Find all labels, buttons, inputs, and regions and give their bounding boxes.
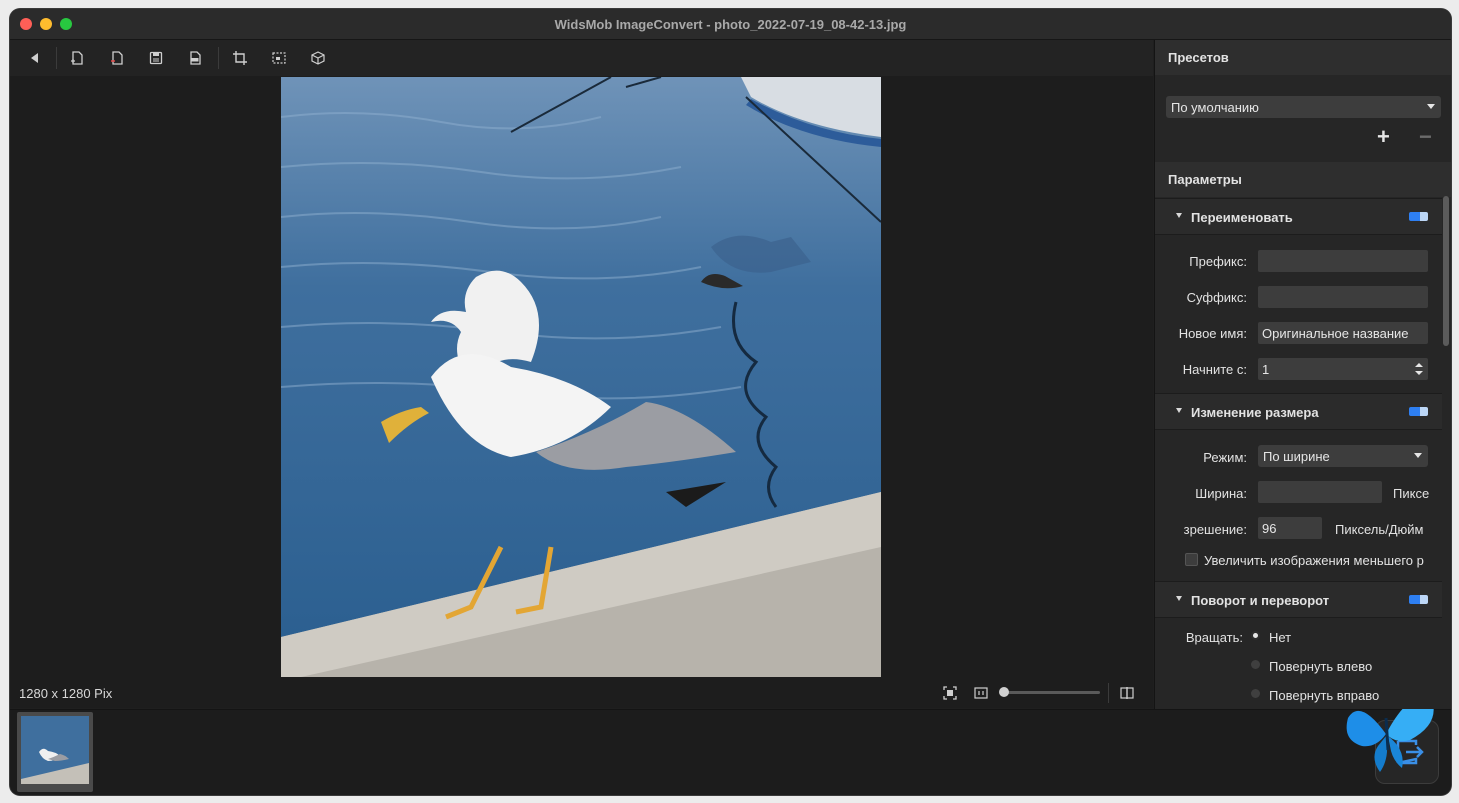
back-icon[interactable] xyxy=(26,49,44,67)
resolution-input[interactable]: 96 xyxy=(1258,517,1322,539)
rotate-toggle[interactable] xyxy=(1409,595,1428,604)
resize-group-title: Изменение размера xyxy=(1191,405,1319,420)
image-viewer: 1280 x 1280 Pix xyxy=(10,76,1153,708)
rename-group-title: Переименовать xyxy=(1191,210,1293,225)
fit-screen-icon[interactable] xyxy=(942,685,958,701)
resize-mode-label: Режим: xyxy=(1203,450,1247,465)
start-number-label: Начните с: xyxy=(1182,362,1247,377)
toolbar xyxy=(10,40,1153,76)
chevron-down-icon xyxy=(1427,104,1435,109)
thumbnail-item[interactable] xyxy=(17,712,93,792)
resize-mode-select[interactable]: По ширине xyxy=(1258,445,1428,467)
disclosure-triangle-icon xyxy=(1176,408,1182,413)
new-name-input[interactable]: Оригинальное название xyxy=(1258,322,1428,344)
save-icon[interactable] xyxy=(147,49,165,67)
rotate-group-title: Поворот и переворот xyxy=(1191,593,1330,608)
viewer-divider xyxy=(1108,683,1109,703)
disclosure-triangle-icon xyxy=(1176,596,1182,601)
compare-view-icon[interactable] xyxy=(1119,685,1135,701)
width-unit-label: Пиксе xyxy=(1393,486,1430,501)
add-file-icon[interactable] xyxy=(68,49,86,67)
resize-mode-value: По ширине xyxy=(1263,449,1330,464)
resolution-unit-label: Пиксель/Дюйм xyxy=(1335,522,1424,537)
watermark-icon[interactable] xyxy=(270,49,288,67)
presets-title: Пресетов xyxy=(1168,50,1229,65)
resize-toggle[interactable] xyxy=(1409,407,1428,416)
app-window: WidsMob ImageConvert - photo_2022-07-19_… xyxy=(10,9,1451,795)
rotate-right-label: Повернуть вправо xyxy=(1269,688,1380,703)
actual-size-icon[interactable] xyxy=(973,685,989,701)
crop-icon[interactable] xyxy=(231,49,249,67)
preset-select-value: По умолчанию xyxy=(1171,100,1259,115)
rotate-none-radio[interactable] xyxy=(1251,631,1260,640)
rotate-none-label: Нет xyxy=(1269,630,1292,645)
rename-group-header[interactable]: Переименовать xyxy=(1155,198,1442,235)
width-label: Ширина: xyxy=(1195,486,1247,501)
resolution-label: зрешение: xyxy=(1183,522,1247,537)
remove-file-icon[interactable] xyxy=(108,49,126,67)
start-number-stepper[interactable]: 1 xyxy=(1258,358,1428,380)
width-input[interactable] xyxy=(1258,481,1382,503)
disclosure-triangle-icon xyxy=(1176,213,1182,218)
rotate-group-header[interactable]: Поворот и переворот xyxy=(1155,581,1442,618)
enlarge-smaller-label: Увеличить изображения меньшего р xyxy=(1204,553,1424,568)
rotate-left-radio[interactable] xyxy=(1251,660,1260,669)
presets-header: Пресетов xyxy=(1155,40,1451,75)
zoom-slider-knob[interactable] xyxy=(999,687,1009,697)
rotate-left-label: Повернуть влево xyxy=(1269,659,1373,674)
rotate-right-radio[interactable] xyxy=(1251,689,1260,698)
prefix-label: Префикс: xyxy=(1189,254,1247,269)
filmstrip xyxy=(10,697,1451,795)
start-number-value: 1 xyxy=(1262,362,1270,377)
settings-sidebar: Пресетов По умолчанию + − Параметры Пере… xyxy=(1154,40,1451,709)
zoom-slider-track[interactable] xyxy=(1002,691,1100,694)
resolution-value: 96 xyxy=(1262,521,1277,536)
prefix-input[interactable] xyxy=(1258,250,1428,272)
add-preset-button[interactable]: + xyxy=(1377,126,1390,148)
remove-preset-button[interactable]: − xyxy=(1419,126,1432,148)
preset-select[interactable]: По умолчанию xyxy=(1166,96,1441,118)
title-bar: WidsMob ImageConvert - photo_2022-07-19_… xyxy=(10,9,1451,40)
rotate-label: Вращать: xyxy=(1185,630,1243,645)
toolbar-divider xyxy=(56,47,57,69)
pdf-icon[interactable] xyxy=(186,49,204,67)
rename-toggle[interactable] xyxy=(1409,212,1428,221)
suffix-input[interactable] xyxy=(1258,286,1428,308)
new-name-label: Новое имя: xyxy=(1178,326,1247,341)
suffix-label: Суффикс: xyxy=(1186,290,1247,305)
parameters-scrollbar[interactable] xyxy=(1443,196,1449,346)
3d-box-icon[interactable] xyxy=(309,49,327,67)
toolbar-divider xyxy=(218,47,219,69)
thumbnail-image xyxy=(21,716,89,784)
parameters-title: Параметры xyxy=(1168,172,1242,187)
enlarge-smaller-checkbox[interactable] xyxy=(1185,553,1198,566)
resize-group-header[interactable]: Изменение размера xyxy=(1155,393,1442,430)
new-name-value: Оригинальное название xyxy=(1262,326,1409,341)
preview-image xyxy=(281,77,881,677)
stepper-arrows-icon[interactable] xyxy=(1415,362,1423,376)
image-size-label: 1280 x 1280 Pix xyxy=(19,686,113,701)
chevron-down-icon xyxy=(1414,453,1422,458)
window-title: WidsMob ImageConvert - photo_2022-07-19_… xyxy=(554,17,907,32)
parameters-header: Параметры xyxy=(1155,162,1451,197)
